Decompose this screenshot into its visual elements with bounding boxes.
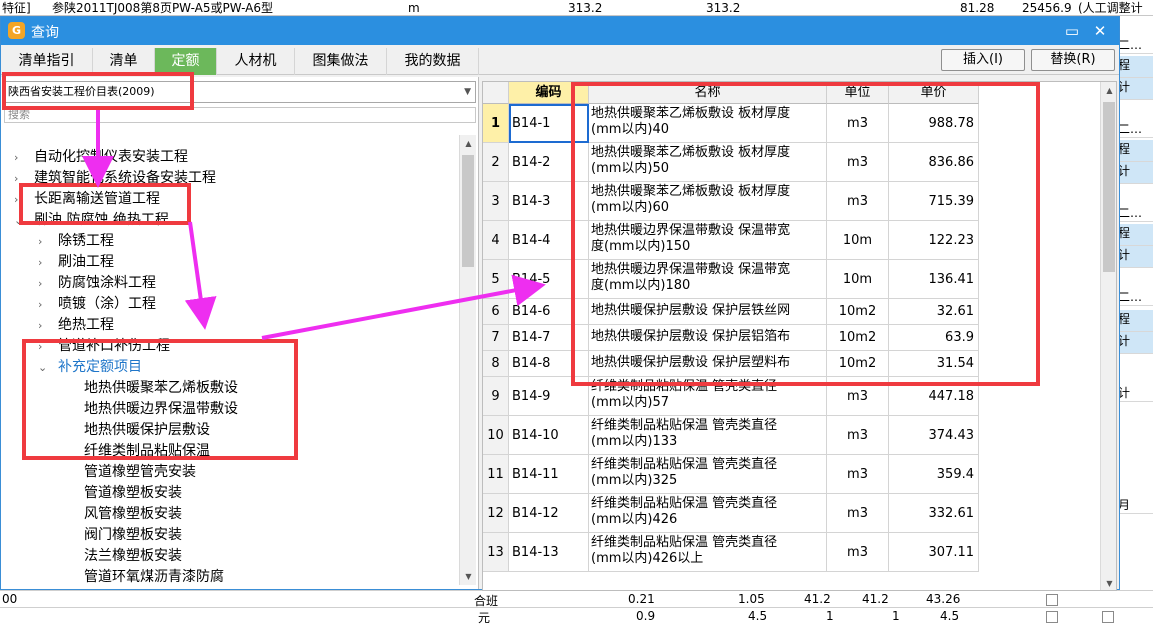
annotation-arrows [82, 110, 546, 340]
arrow-3 [261, 274, 546, 340]
arrow-2 [184, 221, 217, 330]
